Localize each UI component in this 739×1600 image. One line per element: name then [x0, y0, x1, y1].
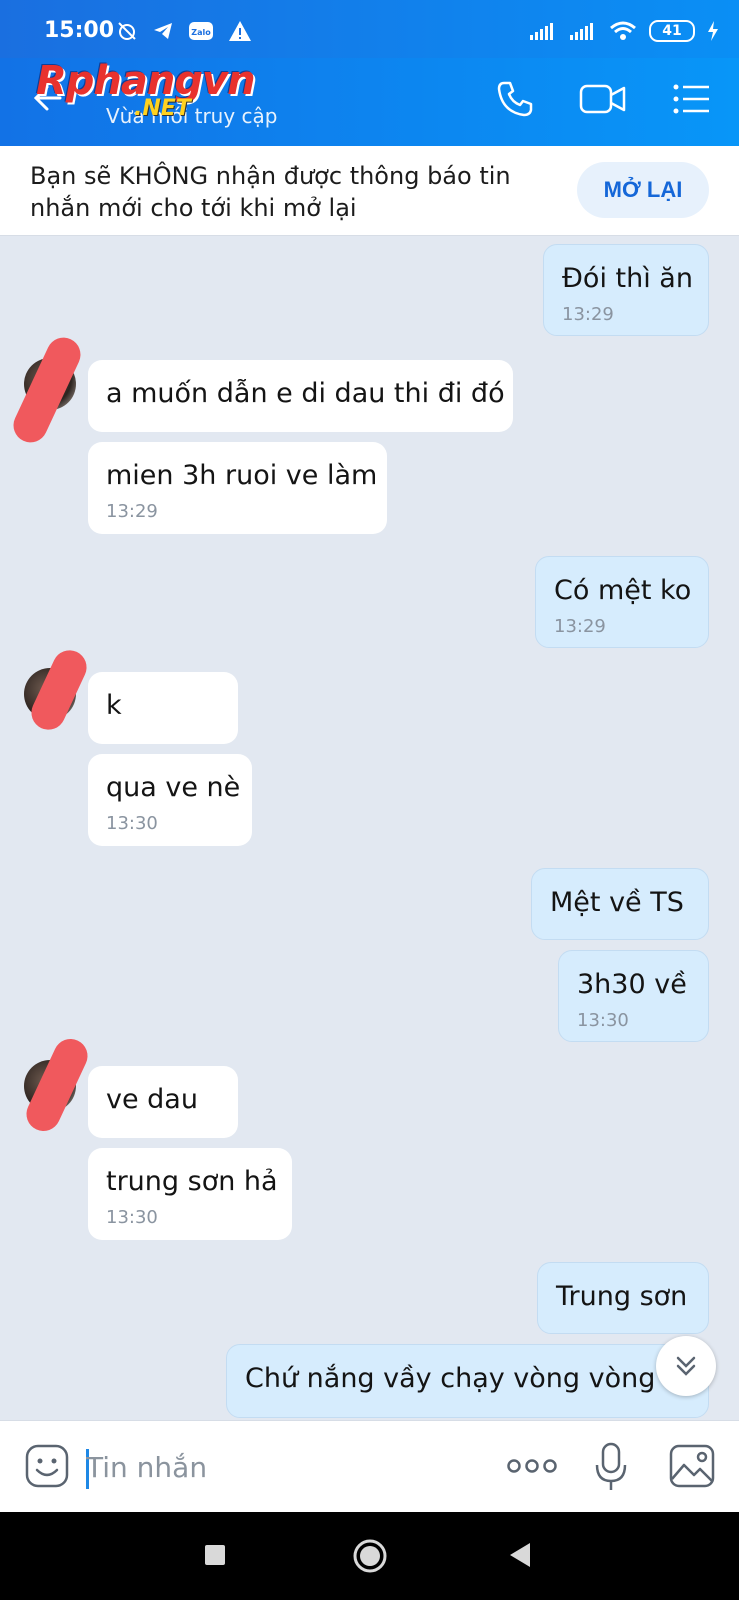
message-text: Chứ nắng vầy chạy vòng vòng c	[245, 1363, 679, 1394]
message-text: k	[106, 690, 122, 721]
video-camera-icon[interactable]	[578, 78, 628, 120]
message-outgoing[interactable]: Đói thì ăn 13:29	[543, 244, 709, 336]
message-text: trung sơn hả	[106, 1166, 278, 1197]
message-outgoing[interactable]: Trung sơn	[537, 1262, 709, 1334]
message-time: 13:29	[106, 501, 158, 522]
status-system-icons: 41	[529, 20, 719, 42]
status-bar: 15:00 Zalo 41	[0, 0, 739, 58]
message-text: a muốn dẫn e di dau thi đi đó	[106, 378, 505, 409]
charging-icon	[708, 21, 718, 41]
watermark-logo-suffix: .NET	[134, 96, 191, 121]
phone-icon[interactable]	[494, 78, 536, 120]
message-outgoing[interactable]: Chứ nắng vầy chạy vòng vòng c	[226, 1344, 709, 1418]
back-nav-icon[interactable]	[508, 1542, 532, 1568]
chevron-double-down-icon	[676, 1356, 696, 1376]
system-navigation-bar	[0, 1512, 739, 1600]
emoji-icon[interactable]	[24, 1443, 70, 1489]
status-time: 15:00	[44, 18, 115, 43]
svg-text:Zalo: Zalo	[191, 28, 211, 37]
message-time: 13:30	[106, 1207, 158, 1228]
alarm-off-icon	[118, 22, 136, 40]
contact-status: Vừa mới truy cập	[106, 104, 278, 128]
chat-header: Vừa mới truy cập Rphangvn .NET	[0, 58, 739, 146]
message-incoming[interactable]: qua ve nè 13:30	[88, 754, 252, 846]
message-time: 13:30	[577, 1010, 629, 1031]
message-time: 13:30	[106, 813, 158, 834]
message-incoming[interactable]: a muốn dẫn e di dau thi đi đó	[88, 360, 513, 432]
message-incoming[interactable]: ve dau	[88, 1066, 238, 1138]
message-text: Có mệt ko	[554, 575, 692, 606]
message-text: Đói thì ăn	[562, 263, 693, 294]
zalo-icon: Zalo	[189, 22, 213, 40]
telegram-icon	[154, 23, 172, 39]
unmute-button[interactable]: MỞ LẠI	[577, 162, 709, 218]
microphone-icon[interactable]	[594, 1441, 628, 1493]
message-text: 3h30 về	[577, 969, 687, 1000]
more-dots-icon[interactable]	[506, 1455, 558, 1477]
recents-icon[interactable]	[204, 1544, 226, 1566]
signal-icon	[530, 23, 553, 40]
message-list[interactable]: Đói thì ăn 13:29 a muốn dẫn e di dau thi…	[0, 236, 739, 1420]
message-composer	[0, 1420, 739, 1512]
menu-icon[interactable]	[672, 78, 712, 120]
wifi-icon	[610, 21, 636, 40]
message-outgoing[interactable]: Mệt về TS	[531, 868, 709, 940]
muted-notice-text: Bạn sẽ KHÔNG nhận được thông báo tin nhắ…	[30, 162, 511, 222]
message-text: qua ve nè	[106, 772, 241, 803]
message-incoming[interactable]: trung sơn hả 13:30	[88, 1148, 292, 1240]
message-outgoing[interactable]: Có mệt ko 13:29	[535, 556, 709, 648]
message-incoming[interactable]: mien 3h ruoi ve làm 13:29	[88, 442, 387, 534]
message-time: 13:29	[562, 304, 614, 325]
signal-icon-2	[570, 23, 593, 40]
warning-icon	[229, 21, 251, 41]
home-icon[interactable]	[352, 1538, 388, 1574]
message-text: Trung sơn	[556, 1281, 688, 1312]
status-notification-icons: Zalo	[116, 20, 252, 42]
message-outgoing[interactable]: 3h30 về 13:30	[558, 950, 709, 1042]
muted-notice-bar: Bạn sẽ KHÔNG nhận được thông báo tin nhắ…	[0, 146, 739, 236]
message-text: ve dau	[106, 1084, 198, 1115]
image-icon[interactable]	[668, 1443, 716, 1489]
message-text: Mệt về TS	[550, 887, 684, 918]
scroll-to-bottom-button[interactable]	[656, 1336, 716, 1396]
message-incoming[interactable]: k	[88, 672, 238, 744]
battery-indicator: 41	[649, 20, 695, 42]
message-input[interactable]	[86, 1439, 466, 1495]
message-text: mien 3h ruoi ve làm	[106, 460, 378, 491]
message-time: 13:29	[554, 616, 606, 637]
